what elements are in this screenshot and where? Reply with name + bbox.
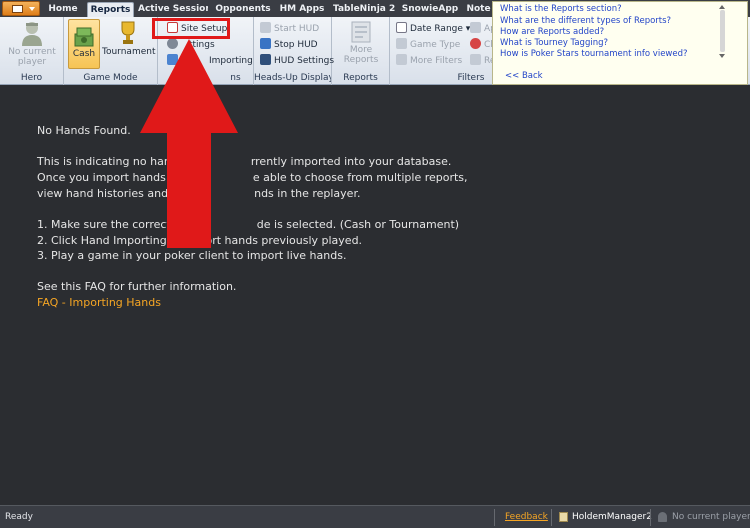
tab-home[interactable]: Home — [44, 2, 82, 17]
help-back-link[interactable]: << Back — [505, 71, 543, 81]
status-ready-text: Ready — [5, 512, 33, 522]
faq-intro: See this FAQ for further information. — [37, 280, 237, 293]
reset-icon — [470, 54, 481, 65]
help-scrollbar[interactable] — [720, 10, 725, 52]
player-icon — [658, 512, 667, 522]
tab-opponents[interactable]: Opponents — [213, 2, 273, 17]
main-content: No Hands Found. This is indicating no ha… — [0, 86, 750, 505]
status-separator — [650, 509, 651, 526]
info-line-1b: rrently imported into your database. — [250, 155, 452, 168]
holdem-manager-icon — [559, 512, 568, 522]
status-bar: Ready Feedback HoldemManager2 No current… — [0, 505, 750, 528]
help-link-pokerstars-info[interactable]: How is Poker Stars tournament info viewe… — [500, 49, 688, 59]
red-arrow-annotation — [140, 39, 238, 248]
reports-icon — [351, 21, 371, 43]
player-avatar-icon — [22, 22, 42, 46]
stop-hud-button[interactable]: Stop HUD — [260, 38, 318, 53]
scroll-up-icon[interactable] — [719, 5, 725, 9]
hud-settings-button[interactable]: HUD Settings — [260, 54, 334, 69]
chevron-down-icon — [29, 7, 35, 11]
tab-active-session[interactable]: Active Session — [138, 2, 208, 17]
step-1: 1. Make sure the correct de is selected. … — [37, 218, 459, 231]
help-link-tourney-tagging[interactable]: What is Tourney Tagging? — [500, 38, 608, 48]
date-range-label: Date Range — [410, 24, 463, 34]
info-line-2b: e able to choose from multiple reports, — [252, 171, 468, 184]
help-tooltip-panel: What is the Reports section? What are th… — [492, 1, 748, 85]
tab-tableninja[interactable]: TableNinja 2 — [333, 2, 395, 17]
tab-hm-apps[interactable]: HM Apps — [277, 2, 327, 17]
hud-settings-icon — [260, 54, 271, 65]
group-label-filters: Filters — [457, 73, 485, 83]
status-separator — [494, 509, 495, 526]
more-filters-button[interactable]: More Filters — [396, 54, 462, 69]
more-filters-label: More Filters — [410, 56, 463, 66]
cash-mode-button[interactable]: Cash — [68, 19, 100, 69]
no-current-player-button[interactable]: No current player — [4, 20, 60, 67]
tab-reports[interactable]: Reports — [87, 2, 134, 17]
start-hud-label: Start HUD — [274, 24, 320, 34]
help-link-reports-section[interactable]: What is the Reports section? — [500, 4, 622, 14]
status-separator — [551, 509, 552, 526]
game-type-label: Game Type — [410, 40, 461, 50]
application-menu-button[interactable] — [2, 1, 40, 16]
group-label-reports: Reports — [343, 73, 378, 83]
group-label-hero: Hero — [20, 73, 43, 83]
group-reports: More Reports Reports — [332, 17, 390, 85]
play-icon — [260, 22, 271, 33]
game-type-button[interactable]: Game Type — [396, 38, 460, 53]
apply-icon — [470, 22, 481, 33]
current-player-label[interactable]: No current player — [672, 512, 750, 522]
info-line-1: This is indicating no hand rrently import… — [37, 155, 451, 168]
stop-icon — [260, 38, 271, 49]
help-link-report-types[interactable]: What are the different types of Reports? — [500, 16, 671, 26]
stop-hud-label: Stop HUD — [274, 40, 318, 50]
cash-stack-icon — [74, 27, 94, 47]
feedback-link[interactable]: Feedback — [505, 512, 548, 522]
help-link-reports-added[interactable]: How are Reports added? — [500, 27, 604, 37]
tab-snowieapp[interactable]: SnowieApp — [400, 2, 460, 17]
step-3: 3. Play a game in your poker client to i… — [37, 249, 347, 262]
game-type-icon — [396, 38, 407, 49]
info-line-2: Once you import hands ye able to choose … — [37, 171, 468, 184]
start-hud-button[interactable]: Start HUD — [260, 22, 319, 37]
group-hero: No current player Hero — [0, 17, 64, 85]
clear-icon — [470, 38, 481, 49]
app-name-label[interactable]: HoldemManager2 — [572, 512, 652, 522]
group-filters: Date Range ▾ Game Type More Filters Ap C… — [390, 17, 496, 85]
hud-settings-label: HUD Settings — [274, 56, 335, 66]
window-icon — [12, 5, 23, 13]
more-reports-label: More Reports — [343, 45, 379, 65]
filter-icon — [396, 54, 407, 65]
scroll-down-icon[interactable] — [719, 54, 725, 58]
step-1b: de is selected. (Cash or Tournament) — [256, 218, 460, 231]
faq-importing-hands-link[interactable]: FAQ - Importing Hands — [37, 296, 161, 309]
info-line-3b: nds in the replayer. — [254, 187, 361, 200]
cash-label: Cash — [72, 49, 96, 59]
no-hands-title: No Hands Found. — [37, 124, 131, 137]
calendar-icon — [396, 22, 407, 33]
no-current-player-label: No current player — [8, 47, 56, 67]
tab-notes[interactable]: Note — [465, 2, 492, 17]
group-label-hud: Heads-Up Display — [254, 73, 331, 83]
date-range-button[interactable]: Date Range ▾ — [396, 22, 470, 37]
trophy-icon — [121, 21, 135, 44]
clear-filter-button[interactable]: Cl — [470, 38, 493, 53]
more-reports-button[interactable]: More Reports — [338, 20, 384, 65]
group-hud: Start HUD Stop HUD HUD Settings Heads-Up… — [254, 17, 334, 85]
